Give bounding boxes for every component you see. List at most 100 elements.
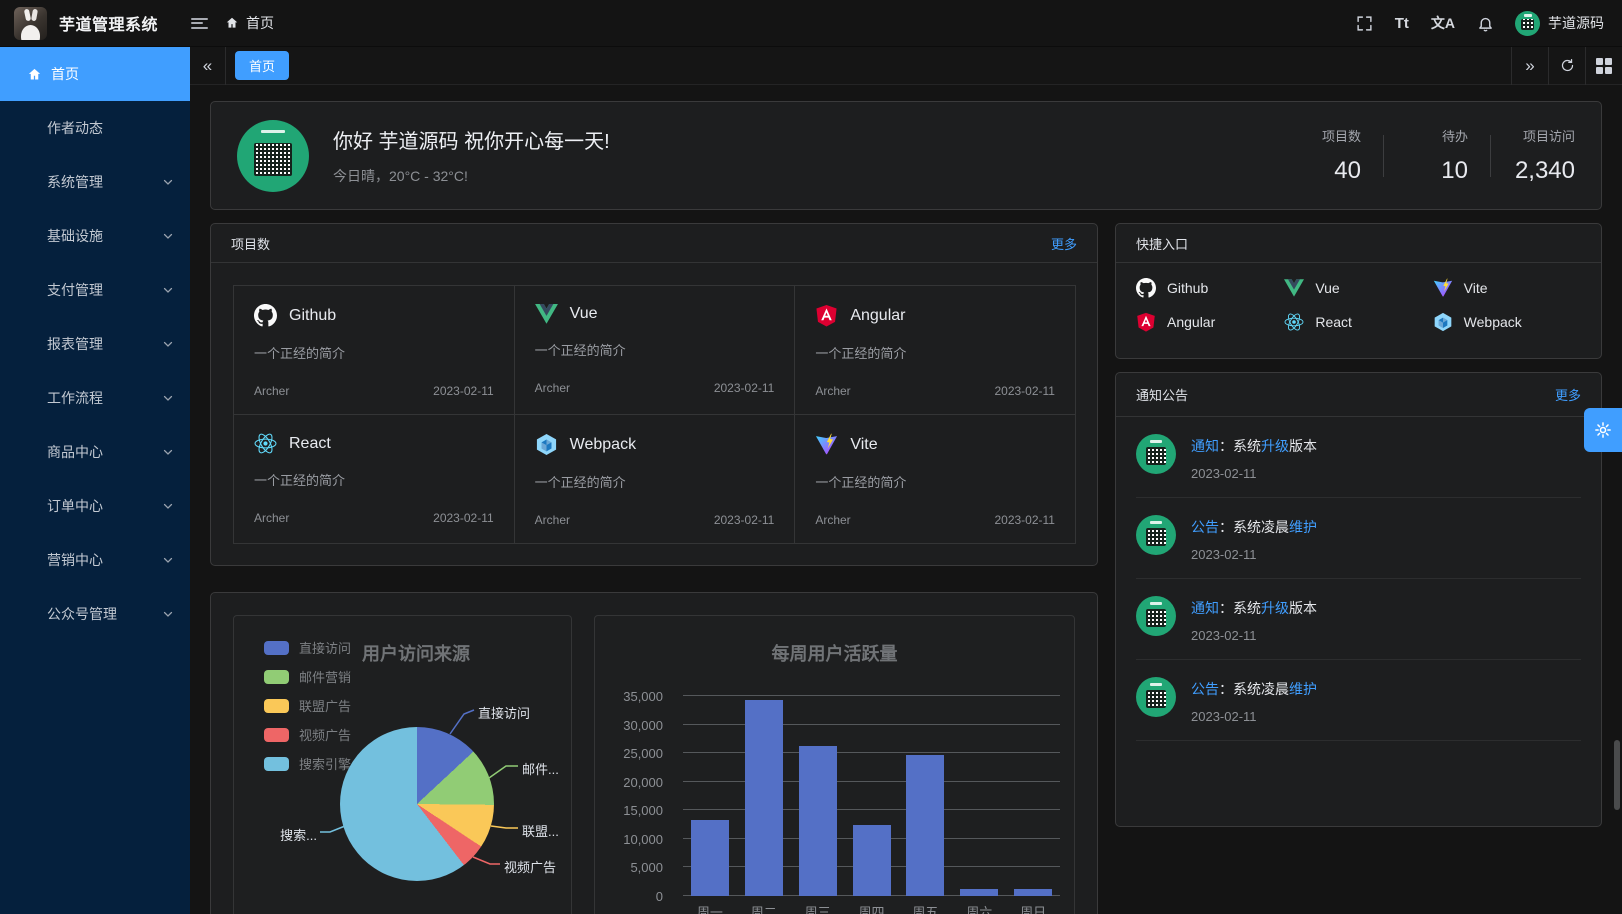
tab-menu-button[interactable]	[1585, 47, 1622, 85]
stat-value: 10	[1406, 157, 1468, 185]
pie-leader-lines	[234, 616, 573, 914]
sidebar-item-wechat-official[interactable]: 公众号管理	[0, 587, 190, 641]
sidebar-item-marketing[interactable]: 营销中心	[0, 533, 190, 587]
shortcut-webpack[interactable]: Webpack	[1433, 312, 1581, 332]
greeting-card: 你好 芋道源码 祝你开心每一天! 今日晴，20°C - 32°C! 项目数 40…	[210, 101, 1602, 210]
sidebar-item-orders[interactable]: 订单中心	[0, 479, 190, 533]
x-tick-label: 周五	[898, 902, 952, 914]
chevron-down-icon	[162, 554, 174, 566]
shortcut-github[interactable]: Github	[1136, 278, 1284, 298]
notices-more-link[interactable]: 更多	[1555, 385, 1581, 404]
sidebar-item-workflow[interactable]: 工作流程	[0, 371, 190, 425]
bar-周五[interactable]	[906, 755, 944, 896]
project-desc: 一个正经的简介	[254, 470, 494, 489]
project-date: 2023-02-11	[714, 381, 775, 395]
home-icon	[225, 16, 239, 30]
project-name: Webpack	[570, 436, 636, 454]
fullscreen-icon[interactable]	[1345, 0, 1384, 47]
top-header: 芋道管理系统 首页 Tt 文A 芋道源码	[0, 0, 1622, 47]
sidebar-item-author-news[interactable]: 作者动态	[0, 101, 190, 155]
notice-date: 2023-02-11	[1191, 547, 1317, 562]
gear-icon	[1594, 421, 1612, 439]
notice-item[interactable]: 公告：系统凌晨维护 2023-02-11	[1136, 498, 1581, 579]
tab-home[interactable]: 首页	[235, 51, 289, 80]
x-tick-label: 周一	[683, 902, 737, 914]
shortcut-angular[interactable]: Angular	[1136, 312, 1284, 332]
sidebar-item-reports[interactable]: 报表管理	[0, 317, 190, 371]
stat-projects: 项目数 40	[1299, 126, 1361, 185]
project-card-vite[interactable]: Vite 一个正经的简介 Archer 2023-02-11	[794, 414, 1076, 544]
react-icon	[1284, 313, 1304, 331]
shortcuts-card-title: 快捷入口	[1136, 234, 1188, 253]
user-avatar[interactable]	[1515, 11, 1540, 36]
bar-周二[interactable]	[745, 700, 783, 896]
scrollbar-thumb[interactable]	[1614, 740, 1620, 810]
project-author: Archer	[815, 513, 850, 527]
theme-settings-button[interactable]	[1584, 408, 1622, 452]
shortcut-react[interactable]: React	[1284, 312, 1432, 332]
project-card-react[interactable]: React 一个正经的简介 Archer 2023-02-11	[233, 414, 515, 544]
vue-icon	[1284, 279, 1304, 297]
sidebar-item-products[interactable]: 商品中心	[0, 425, 190, 479]
menu-fold-icon[interactable]	[180, 0, 219, 47]
notice-date: 2023-02-11	[1191, 628, 1317, 643]
project-author: Archer	[535, 381, 570, 395]
project-desc: 一个正经的简介	[535, 340, 775, 359]
chevron-down-icon	[162, 338, 174, 350]
bar-周六[interactable]	[960, 889, 998, 896]
collapse-tabs-button[interactable]: «	[190, 47, 226, 85]
sidebar-item-label: 报表管理	[47, 334, 103, 354]
font-size-icon[interactable]: Tt	[1384, 0, 1420, 47]
stat-visits: 项目访问 2,340	[1513, 126, 1575, 185]
grid-icon	[1596, 58, 1612, 74]
breadcrumb[interactable]: 首页	[225, 13, 274, 33]
project-date: 2023-02-11	[994, 384, 1055, 398]
y-tick-label: 30,000	[623, 718, 663, 733]
project-date: 2023-02-11	[433, 384, 494, 398]
projects-more-link[interactable]: 更多	[1051, 234, 1077, 253]
sidebar-item-label: 系统管理	[47, 172, 103, 192]
project-card-webpack[interactable]: Webpack 一个正经的简介 Archer 2023-02-11	[514, 414, 796, 544]
notice-avatar	[1136, 434, 1176, 474]
language-icon[interactable]: 文A	[1420, 0, 1466, 47]
tabs-bar: « 首页 »	[190, 47, 1622, 85]
github-icon	[1136, 278, 1156, 298]
notice-avatar	[1136, 515, 1176, 555]
sidebar-item-label: 公众号管理	[47, 604, 117, 624]
sidebar-item-system[interactable]: 系统管理	[0, 155, 190, 209]
bar-周一[interactable]	[691, 820, 729, 896]
chevron-down-icon	[162, 230, 174, 242]
project-desc: 一个正经的简介	[815, 343, 1055, 362]
notice-date: 2023-02-11	[1191, 466, 1317, 481]
stat-value: 40	[1299, 157, 1361, 185]
project-name: React	[289, 435, 331, 453]
notification-bell-icon[interactable]	[1466, 0, 1505, 47]
sidebar-nav: 首页 作者动态 系统管理 基础设施 支付管理 报表管理 工作流程 商品中心 订单…	[0, 47, 190, 914]
refresh-button[interactable]	[1548, 47, 1585, 85]
bar-周四[interactable]	[853, 825, 891, 896]
notice-avatar	[1136, 596, 1176, 636]
expand-tabs-button[interactable]: »	[1511, 47, 1548, 85]
notice-item[interactable]: 通知：系统升级版本 2023-02-11	[1136, 417, 1581, 498]
main-content: 你好 芋道源码 祝你开心每一天! 今日晴，20°C - 32°C! 项目数 40…	[190, 85, 1622, 914]
y-tick-label: 25,000	[623, 746, 663, 761]
project-card-angular[interactable]: Angular 一个正经的简介 Archer 2023-02-11	[794, 285, 1076, 415]
bar-chart-plot[interactable]	[683, 696, 1060, 896]
app-title: 芋道管理系统	[59, 11, 158, 35]
notice-item[interactable]: 公告：系统凌晨维护 2023-02-11	[1136, 660, 1581, 741]
sidebar-item-infrastructure[interactable]: 基础设施	[0, 209, 190, 263]
shortcut-vite[interactable]: Vite	[1433, 278, 1581, 298]
project-card-vue[interactable]: Vue 一个正经的简介 Archer 2023-02-11	[514, 285, 796, 415]
vite-icon	[815, 433, 838, 456]
project-card-github[interactable]: Github 一个正经的简介 Archer 2023-02-11	[233, 285, 515, 415]
greeting-subtitle: 今日晴，20°C - 32°C!	[333, 166, 610, 186]
shortcut-vue[interactable]: Vue	[1284, 278, 1432, 298]
username[interactable]: 芋道源码	[1548, 13, 1604, 33]
notice-item[interactable]: 通知：系统升级版本 2023-02-11	[1136, 579, 1581, 660]
sidebar-item-home[interactable]: 首页	[0, 47, 190, 101]
notice-title: 公告：系统凌晨维护	[1191, 679, 1317, 699]
bar-周三[interactable]	[799, 746, 837, 896]
bar-周日[interactable]	[1014, 889, 1052, 896]
sidebar-item-label: 支付管理	[47, 280, 103, 300]
sidebar-item-payment[interactable]: 支付管理	[0, 263, 190, 317]
